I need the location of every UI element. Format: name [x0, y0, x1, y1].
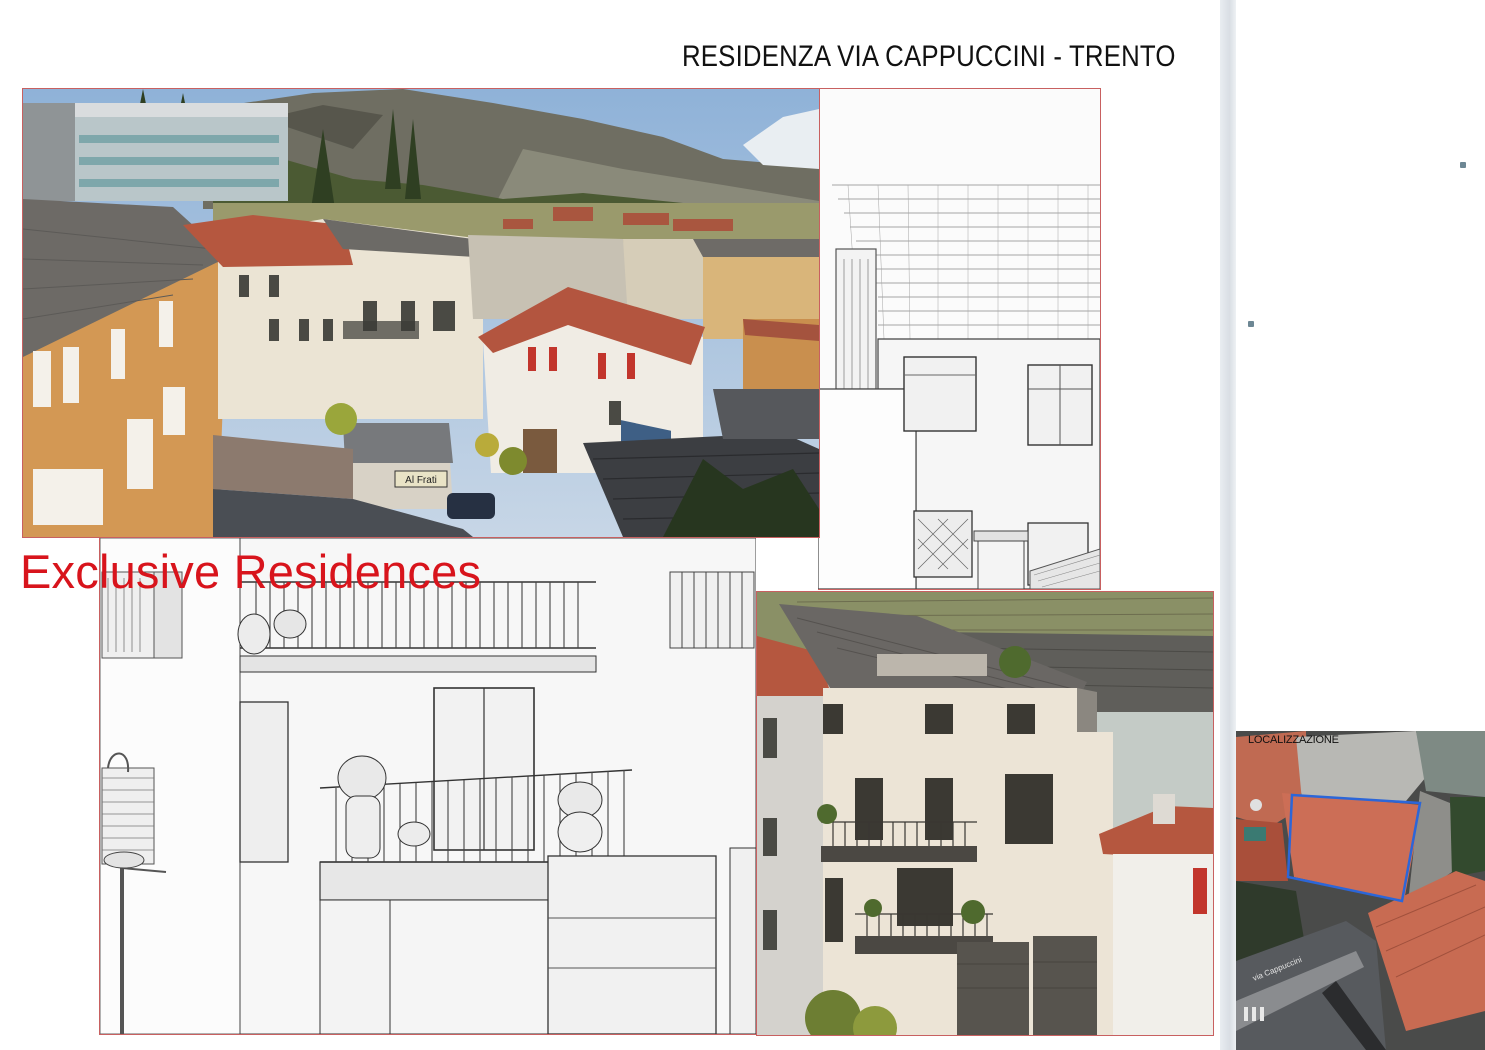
shop-sign: Al Frati [405, 475, 437, 486]
page-gutter [1220, 0, 1236, 1050]
headline: Exclusive Residences [20, 545, 482, 598]
map-label: LOCALIZZAZIONE [1248, 734, 1339, 746]
scan-speck [1460, 162, 1466, 168]
presentation-sheet: RESIDENZA VIA CAPPUCCINI - TRENTO Al Fra… [0, 0, 1220, 1050]
page-title: RESIDENZA VIA CAPPUCCINI - TRENTO [682, 40, 1176, 73]
site-photograph: Al Frati [22, 88, 820, 538]
project-render [756, 591, 1214, 1036]
scan-speck [1248, 321, 1254, 327]
aerial-location-map: via Cappuccini LOCALIZZAZIONE [1236, 731, 1485, 1050]
elevation-sketch-top [818, 88, 1101, 590]
elevation-sketch-bottom [99, 538, 756, 1035]
